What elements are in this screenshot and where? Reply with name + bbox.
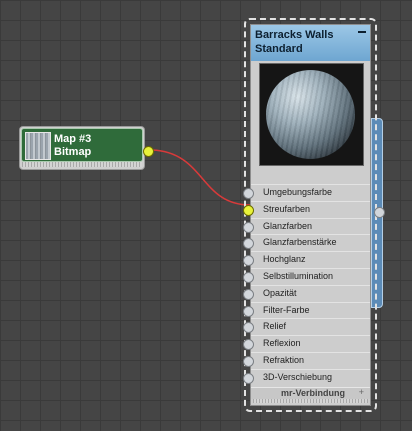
slot-label: Glanzfarben (263, 220, 313, 231)
mr-connection-label: mr-Verbindung (281, 388, 346, 398)
slot-label: Glanzfarbenstärke (263, 237, 337, 248)
material-slot[interactable]: Selbstillumination (243, 268, 370, 285)
bitmap-output-socket[interactable] (143, 146, 154, 157)
preview-sphere-texture (266, 70, 355, 159)
slot-label: Reflexion (263, 338, 301, 349)
slot-label: 3D-Verschiebung (263, 371, 333, 382)
bitmap-node[interactable]: Map #3 Bitmap (19, 126, 145, 170)
material-node-header[interactable]: Barracks Walls Standard (251, 25, 370, 61)
material-slot[interactable]: Hochglanz (243, 251, 370, 268)
slot-input-socket[interactable] (243, 272, 254, 283)
slot-input-socket[interactable] (243, 305, 254, 317)
mr-connection-rollout[interactable]: mr-Verbindung + (251, 387, 370, 399)
slot-input-socket[interactable] (243, 339, 254, 351)
wire-bitmap-to-diffuse[interactable] (151, 149, 251, 206)
material-slot[interactable]: Glanzfarben (243, 217, 370, 235)
slot-label: Umgebungsfarbe (263, 187, 333, 197)
material-preview (259, 63, 364, 166)
bitmap-node-type: Bitmap (54, 146, 92, 158)
slot-input-socket[interactable] (243, 288, 254, 300)
material-slot[interactable]: Reflexion (243, 335, 370, 352)
collapse-icon[interactable] (358, 31, 366, 33)
slot-label: Selbstillumination (263, 271, 334, 281)
material-slot[interactable]: Opazität (243, 284, 370, 302)
material-slot[interactable]: Umgebungsfarbe (243, 184, 370, 201)
material-slot[interactable]: Glanzfarbenstärke (243, 234, 370, 251)
slot-input-socket[interactable] (243, 322, 254, 334)
material-slot[interactable]: Refraktion (243, 352, 370, 369)
material-slot[interactable]: Streufarben (243, 200, 370, 218)
material-node-body: Barracks Walls Standard Umgebungsfarbe St… (243, 24, 371, 406)
bitmap-node-title: Map #3 (54, 133, 92, 145)
bitmap-node-footer (22, 162, 142, 167)
slot-label: Refraktion (263, 355, 305, 365)
slot-input-socket[interactable] (243, 238, 254, 250)
slot-label: Streufarben (263, 203, 311, 214)
slot-input-socket[interactable] (243, 255, 254, 267)
slot-label: Relief (263, 321, 287, 332)
material-node-title: Barracks Walls (255, 29, 334, 41)
material-node-type: Standard (255, 43, 303, 55)
material-output-socket[interactable] (374, 207, 385, 218)
expand-icon[interactable]: + (359, 387, 364, 397)
slot-input-socket[interactable] (243, 372, 254, 384)
slot-label: Opazität (263, 287, 297, 298)
material-slot[interactable]: Relief (243, 318, 370, 335)
material-slot[interactable]: 3D-Verschiebung (243, 368, 370, 386)
bitmap-thumbnail (25, 132, 51, 160)
slot-label: Hochglanz (263, 254, 306, 265)
material-slot[interactable]: Filter-Farbe (243, 301, 370, 319)
slot-input-socket[interactable] (243, 221, 254, 233)
slot-input-socket[interactable] (243, 188, 254, 199)
slot-input-socket[interactable] (243, 356, 254, 367)
material-node-footer (253, 399, 368, 403)
slot-input-socket[interactable] (243, 204, 254, 216)
material-node[interactable]: Barracks Walls Standard Umgebungsfarbe St… (243, 18, 377, 412)
bitmap-node-header[interactable]: Map #3 Bitmap (21, 128, 143, 162)
slot-label: Filter-Farbe (263, 304, 310, 315)
